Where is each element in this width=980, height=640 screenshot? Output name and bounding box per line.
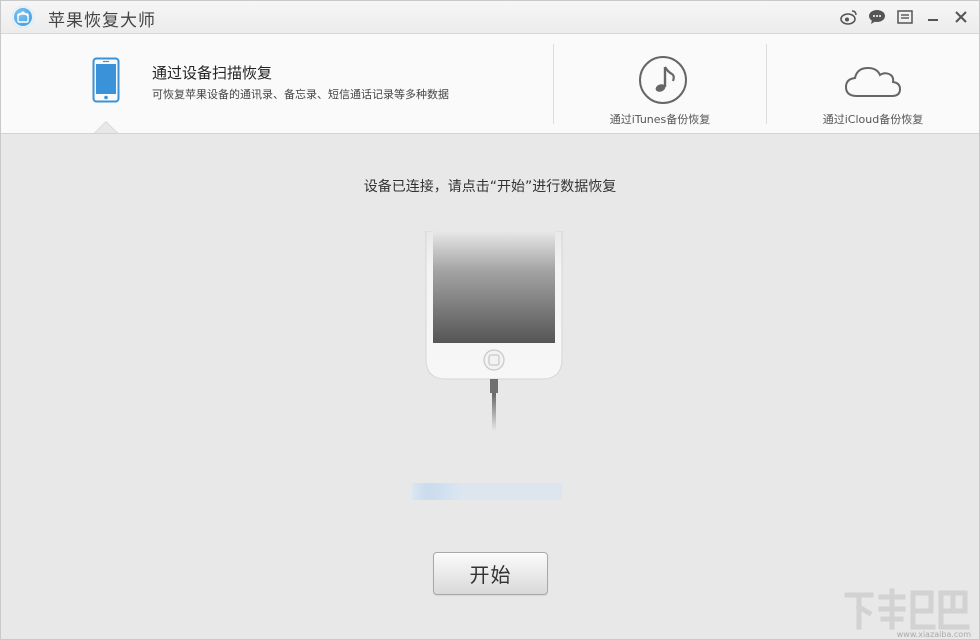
tab-device-scan[interactable]: 通过设备扫描恢复 可恢复苹果设备的通讯录、备忘录、短信通话记录等多种数据 xyxy=(1,34,553,133)
titlebar-controls xyxy=(839,7,971,27)
watermark-text: www.xiazaiba.com xyxy=(896,630,971,639)
minimize-icon[interactable] xyxy=(923,7,943,27)
connection-status-text: 设备已连接，请点击“开始”进行数据恢复 xyxy=(363,179,617,195)
itunes-icon xyxy=(638,55,688,109)
tab-itunes-backup-label: 通过iTunes备份恢复 xyxy=(609,113,711,126)
cloud-icon xyxy=(843,64,903,104)
close-icon[interactable] xyxy=(951,7,971,27)
weibo-icon[interactable] xyxy=(839,7,859,27)
title-bar: 苹果恢复大师 xyxy=(1,1,979,34)
connected-iphone-illustration xyxy=(424,230,564,435)
app-title: 苹果恢复大师 xyxy=(48,11,156,31)
app-window: 苹果恢复大师 通过设备扫描恢复 可恢复苹果设备的通讯录、备忘录、短信通话记录等多… xyxy=(0,0,980,640)
scan-progress-bar xyxy=(412,483,562,500)
chat-icon[interactable] xyxy=(867,7,887,27)
tab-device-scan-title: 通过设备扫描恢复 xyxy=(152,64,273,82)
app-logo-icon xyxy=(12,6,34,28)
active-tab-pointer xyxy=(95,122,117,133)
tab-icloud-backup[interactable]: 通过iCloud备份恢复 xyxy=(767,34,979,133)
start-button[interactable]: 开始 xyxy=(433,552,548,595)
tab-itunes-backup[interactable]: 通过iTunes备份恢复 xyxy=(554,34,766,133)
tab-icloud-backup-label: 通过iCloud备份恢复 xyxy=(822,113,924,126)
menu-icon[interactable] xyxy=(895,7,915,27)
recovery-mode-nav: 通过设备扫描恢复 可恢复苹果设备的通讯录、备忘录、短信通话记录等多种数据 通过i… xyxy=(1,34,979,134)
tab-device-scan-description: 可恢复苹果设备的通讯录、备忘录、短信通话记录等多种数据 xyxy=(152,88,449,101)
scan-progress-fill xyxy=(412,483,462,500)
phone-icon xyxy=(92,57,120,107)
